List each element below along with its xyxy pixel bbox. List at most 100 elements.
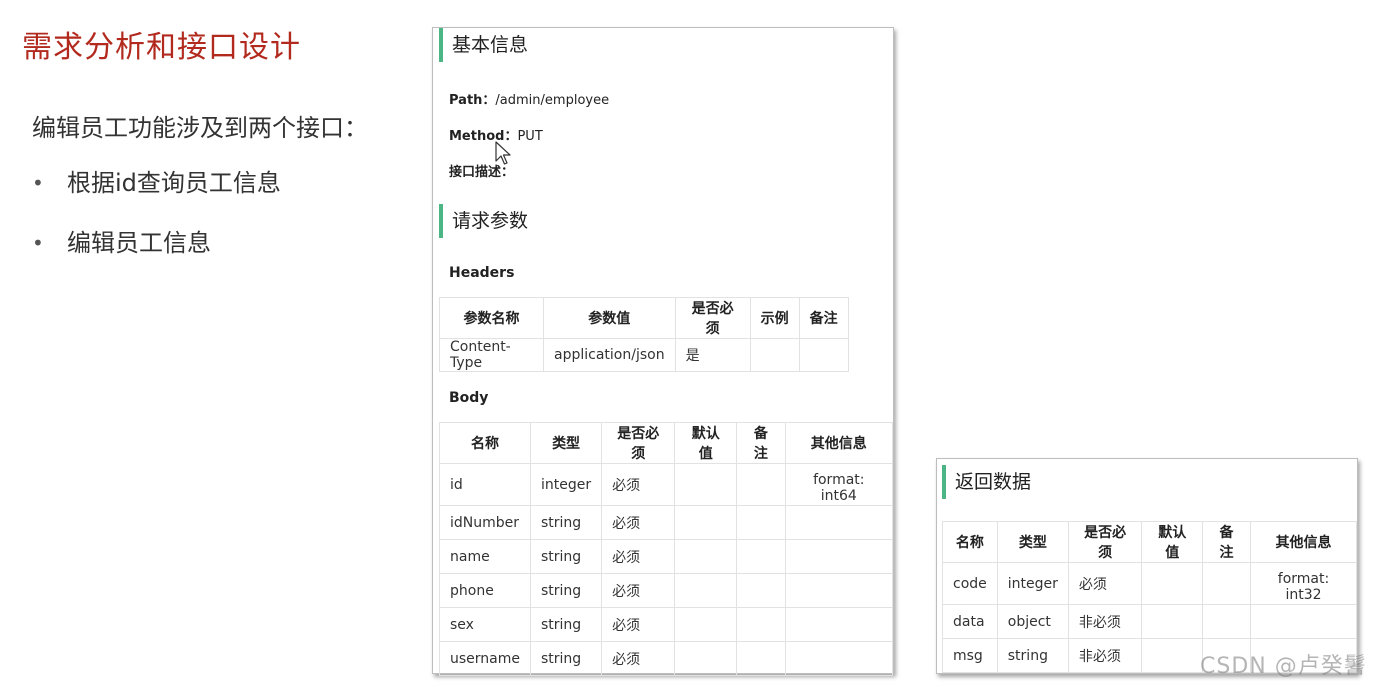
path-field: Path：/admin/employee (449, 89, 609, 108)
bullet-item: • 根据id查询员工信息 (32, 165, 281, 225)
table-cell (736, 607, 786, 642)
column-header: 参数名称 (439, 297, 544, 339)
table-row: data object 非必须 (942, 604, 1358, 639)
table-row: Content-Type application/json 是 (439, 338, 849, 372)
column-header: 示例 (749, 297, 800, 339)
table-row: name string 必须 (439, 539, 894, 574)
response-title: 返回数据 (942, 465, 1031, 499)
column-header: 是否必须 (601, 422, 676, 464)
column-header: 类型 (996, 521, 1069, 563)
bullet-dot: • (32, 231, 44, 255)
table-cell: string (529, 607, 603, 642)
bullet-text: 根据id查询员工信息 (67, 169, 281, 197)
table-cell: string (529, 641, 603, 676)
slide-title: 需求分析和接口设计 (22, 30, 301, 65)
table-cell (1202, 604, 1251, 639)
body-table: 名称 类型 是否必须 默认值 备注 其他信息 id integer 必须 for… (439, 422, 894, 676)
api-doc-panel: 基本信息 Path：/admin/employee Method：PUT 接口描… (432, 27, 894, 676)
table-cell (1249, 604, 1358, 639)
body-label: Body (449, 390, 489, 406)
table-cell (736, 573, 786, 608)
column-header: 是否必须 (674, 297, 751, 339)
table-cell: id (439, 463, 531, 506)
table-cell (784, 573, 894, 608)
table-cell (736, 463, 786, 506)
headers-label: Headers (449, 265, 515, 281)
column-header: 名称 (942, 521, 998, 563)
table-cell (736, 505, 786, 540)
table-cell (784, 641, 894, 676)
table-cell: 必须 (601, 463, 676, 506)
table-cell (1202, 562, 1251, 605)
table-cell: format: int64 (784, 463, 894, 506)
table-header-row: 名称 类型 是否必须 默认值 备注 其他信息 (439, 422, 894, 464)
bullet-dot: • (32, 171, 44, 195)
request-params-title: 请求参数 (439, 204, 528, 238)
table-cell: string (529, 573, 603, 608)
table-cell (1141, 604, 1204, 639)
table-cell (784, 505, 894, 540)
table-row: code integer 必须 format: int32 (942, 562, 1358, 605)
table-cell: integer (996, 562, 1069, 605)
table-cell: code (942, 562, 998, 605)
table-row: idNumber string 必须 (439, 505, 894, 540)
desc-label: 接口描述： (449, 165, 515, 180)
table-cell (674, 463, 738, 506)
column-header: 其他信息 (1249, 521, 1358, 563)
column-header: 参数值 (543, 297, 676, 339)
table-cell: application/json (543, 338, 676, 372)
table-header-row: 名称 类型 是否必须 默认值 备注 其他信息 (942, 521, 1358, 563)
table-cell: username (439, 641, 531, 676)
path-value: /admin/employee (495, 93, 610, 108)
table-cell (798, 338, 849, 372)
table-cell (674, 505, 738, 540)
table-row: username string 必须 (439, 641, 894, 676)
intro-text: 编辑员工功能涉及到两个接口： (32, 114, 368, 142)
table-row: sex string 必须 (439, 607, 894, 642)
watermark: CSDN @卢癸鬐 (1200, 654, 1367, 679)
table-cell: 是 (674, 338, 751, 372)
table-cell: idNumber (439, 505, 531, 540)
path-label: Path： (449, 93, 496, 108)
table-cell (1141, 562, 1204, 605)
column-header: 默认值 (1141, 521, 1204, 563)
table-cell: string (529, 539, 603, 574)
table-row: phone string 必须 (439, 573, 894, 608)
table-cell: object (996, 604, 1069, 639)
column-header: 默认值 (674, 422, 738, 464)
table-cell: 必须 (601, 607, 676, 642)
mouse-pointer-icon (495, 141, 511, 165)
table-cell (736, 641, 786, 676)
headers-table: 参数名称 参数值 是否必须 示例 备注 Content-Type applica… (439, 297, 849, 372)
table-cell: string (996, 638, 1069, 673)
column-header: 备注 (736, 422, 786, 464)
table-cell: 必须 (601, 539, 676, 574)
table-cell: string (529, 505, 603, 540)
table-cell: integer (529, 463, 603, 506)
table-cell: 必须 (1067, 562, 1143, 605)
table-cell (784, 607, 894, 642)
table-cell (674, 573, 738, 608)
column-header: 类型 (529, 422, 603, 464)
bullet-item: • 编辑员工信息 (32, 225, 281, 285)
method-value: PUT (517, 129, 543, 144)
table-cell: 非必须 (1067, 604, 1143, 639)
table-row: id integer 必须 format: int64 (439, 463, 894, 506)
table-cell: name (439, 539, 531, 574)
table-cell (736, 539, 786, 574)
table-cell (674, 607, 738, 642)
basic-info-title: 基本信息 (439, 28, 528, 62)
table-cell: data (942, 604, 998, 639)
table-cell (1141, 638, 1204, 673)
table-cell: phone (439, 573, 531, 608)
column-header: 备注 (798, 297, 849, 339)
column-header: 备注 (1202, 521, 1251, 563)
response-panel: 返回数据 名称 类型 是否必须 默认值 备注 其他信息 code integer… (936, 458, 1358, 674)
bullet-list: • 根据id查询员工信息 • 编辑员工信息 (32, 165, 281, 285)
table-cell: Content-Type (439, 338, 544, 372)
column-header: 是否必须 (1067, 521, 1143, 563)
table-cell: 非必须 (1067, 638, 1143, 673)
table-cell (784, 539, 894, 574)
table-cell: 必须 (601, 641, 676, 676)
table-cell: sex (439, 607, 531, 642)
